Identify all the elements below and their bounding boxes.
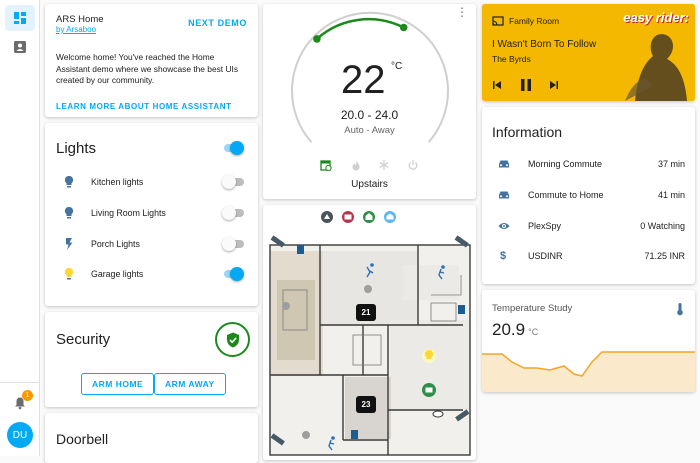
info-label: Commute to Home [528, 190, 604, 200]
info-row[interactable]: Commute to Home 41 min [482, 180, 695, 210]
car-icon [499, 191, 509, 199]
account-box-icon [14, 41, 26, 53]
lightning-icon [66, 238, 73, 250]
fire-icon[interactable] [350, 159, 362, 171]
sidebar-item-overview[interactable] [5, 5, 35, 31]
dashboard-icon [14, 12, 26, 24]
light-toggle[interactable] [222, 237, 244, 251]
info-row[interactable]: PlexSpy 0 Watching [482, 211, 695, 241]
media-song: I Wasn't Born To Follow [492, 39, 597, 50]
dollar-icon: $ [500, 250, 507, 262]
light-row[interactable]: Living Room Lights [45, 198, 258, 228]
light-row[interactable]: Garage lights [45, 259, 258, 289]
arm-home-button[interactable]: ARM HOME [81, 373, 155, 395]
info-value: 71.25 INR [644, 251, 685, 261]
light-label: Garage lights [91, 269, 144, 279]
thermometer-icon [677, 303, 683, 316]
temperature-study-card[interactable]: Temperature Study 20.9 °C [482, 290, 695, 392]
temperature-graph [482, 351, 695, 392]
target-range: 20.0 - 24.0 [340, 108, 399, 122]
lights-card: Lights Kitchen lights Living Room Lights… [45, 123, 258, 306]
shield-check-icon [226, 332, 239, 347]
info-value: 41 min [657, 190, 685, 200]
temperature-study-title: Temperature Study [492, 303, 573, 314]
doorbell-title: Doorbell [56, 431, 109, 447]
info-row[interactable]: $ USDINR 71.25 INR [482, 241, 695, 271]
temperature-value: 20.9 [492, 320, 526, 339]
light-label: Living Room Lights [91, 208, 166, 218]
arm-away-button[interactable]: ARM AWAY [154, 373, 226, 395]
light-row[interactable]: Kitchen lights [45, 167, 258, 197]
thermostat-menu-button[interactable]: ⋮ [456, 6, 468, 18]
security-title: Security [56, 331, 111, 348]
security-card: Security ARM HOME ARM AWAY [45, 312, 258, 407]
calendar-sync-icon[interactable] [320, 159, 332, 171]
car-icon [499, 160, 509, 168]
notification-badge: 1 [22, 390, 33, 401]
next-demo-button[interactable]: NEXT DEMO [188, 18, 247, 28]
media-room: Family Room [509, 16, 560, 26]
power-icon[interactable] [407, 159, 419, 171]
information-card: Information Morning Commute 37 min Commu… [482, 107, 695, 284]
notifications-button[interactable]: 1 [5, 390, 35, 416]
light-label: Porch Lights [91, 239, 140, 249]
welcome-text: Welcome home! You've reached the Home As… [56, 52, 239, 85]
demo-card: ARS Home by Arsaboo NEXT DEMO Welcome ho… [45, 4, 258, 117]
demo-title: ARS Home [56, 14, 104, 25]
thermostat-name: Upstairs [351, 179, 388, 190]
lightbulb-icon [64, 175, 74, 188]
lightbulb-icon [64, 267, 74, 280]
info-row[interactable]: Morning Commute 37 min [482, 149, 695, 179]
lights-master-toggle[interactable] [222, 141, 244, 155]
lightbulb-icon [64, 206, 74, 219]
info-label: PlexSpy [528, 221, 562, 231]
cast-icon [492, 16, 504, 26]
security-status-button[interactable] [215, 322, 250, 357]
floorplan-image[interactable] [263, 205, 476, 460]
pause-icon[interactable] [518, 77, 534, 93]
mode-buttons [320, 158, 420, 172]
info-value: 0 Watching [640, 221, 685, 231]
snowflake-icon[interactable] [378, 159, 390, 171]
learn-more-link[interactable]: LEARN MORE ABOUT HOME ASSISTANT [56, 102, 232, 111]
information-title: Information [492, 124, 563, 140]
temperature-unit: °C [528, 327, 539, 337]
current-temperature: 22 [341, 58, 386, 102]
info-label: USDINR [528, 251, 563, 261]
avatar[interactable]: DU [7, 422, 33, 448]
media-artist: The Byrds [492, 54, 531, 64]
sidebar-item-person[interactable] [5, 34, 35, 60]
next-track-icon[interactable] [548, 79, 560, 91]
thermostat-card: ⋮ 22 °C 20.0 - 24.0 Auto - Away Upstairs [263, 4, 476, 199]
hvac-mode: Auto - Away [344, 125, 395, 136]
info-label: Morning Commute [528, 159, 603, 169]
light-label: Kitchen lights [91, 177, 144, 187]
eye-icon [498, 223, 510, 229]
previous-track-icon[interactable] [491, 79, 503, 91]
thermostat-badge-upstairs[interactable]: 21 [356, 304, 376, 321]
sidebar: 1 DU [0, 0, 40, 456]
media-player-card: easy rider: Family Room I Wasn't Born To… [482, 4, 695, 101]
demo-author-link[interactable]: by Arsaboo [56, 25, 96, 34]
temperature-study-value: 20.9 °C [492, 320, 538, 340]
light-toggle[interactable] [222, 175, 244, 189]
light-toggle[interactable] [222, 267, 244, 281]
floorplan-card: 21 23 [263, 205, 476, 460]
artwork-text: easy rider: [623, 10, 689, 25]
lights-title: Lights [56, 140, 97, 157]
sidebar-divider [0, 382, 39, 383]
thermostat-badge-downstairs[interactable]: 23 [356, 396, 376, 413]
light-row[interactable]: Porch Lights [45, 229, 258, 259]
info-value: 37 min [657, 159, 685, 169]
temperature-unit: °C [391, 61, 403, 72]
light-toggle[interactable] [222, 206, 244, 220]
